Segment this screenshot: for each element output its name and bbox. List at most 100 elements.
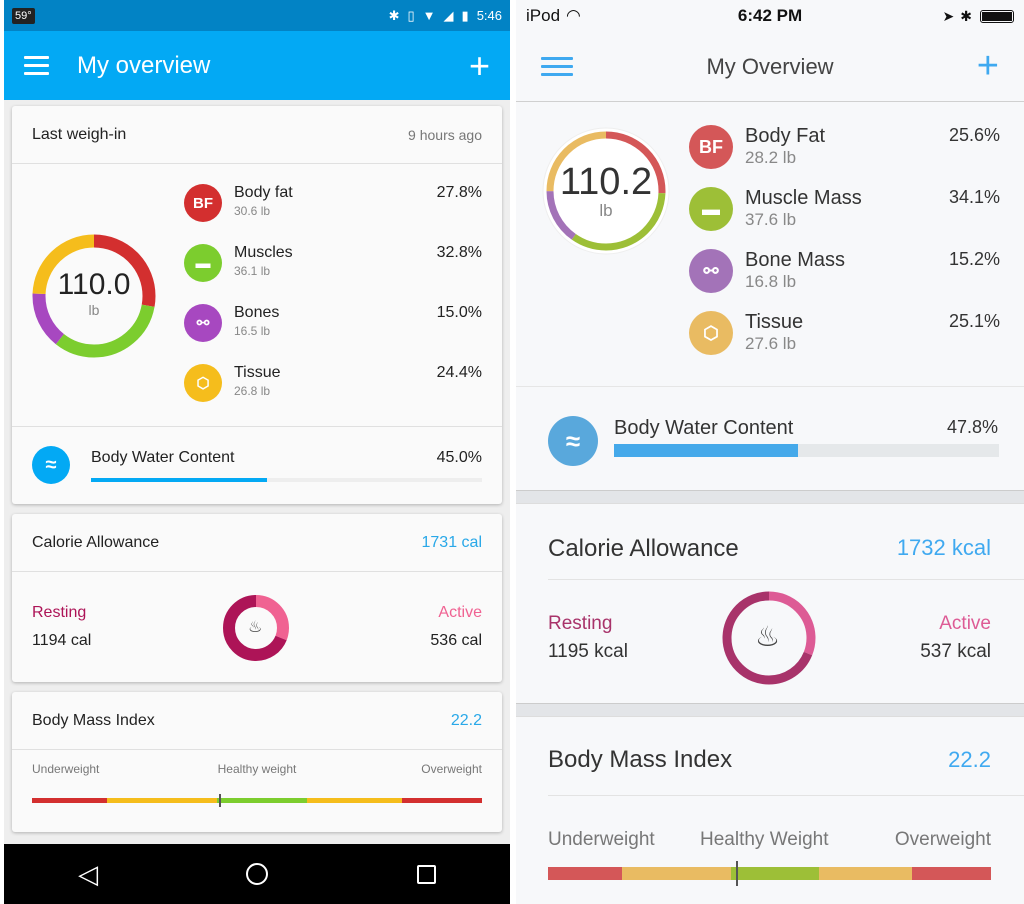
status-time: 5:46: [476, 8, 502, 23]
weighin-card[interactable]: Last weigh-in 9 hours ago 110.0 lb BF Bo…: [12, 106, 502, 504]
bmi-segment: [307, 798, 402, 803]
bmi-value: 22.2: [450, 711, 482, 729]
hexagons-icon: ⬡: [689, 311, 733, 355]
calorie-header: Calorie Allowance 1731 cal: [12, 514, 502, 572]
water-progress-fill: [614, 444, 799, 457]
item-name: Bones: [234, 304, 280, 321]
bmi-segment: [548, 867, 622, 880]
recents-icon[interactable]: [416, 864, 436, 884]
calorie-total: 1732 kcal: [896, 535, 991, 560]
composition-item[interactable]: ⬡ Tissue 26.8 lb 24.4%: [184, 364, 482, 402]
item-weight: 37.6 lb: [745, 210, 797, 229]
item-weight: 30.6 lb: [234, 204, 271, 218]
flame-icon: ♨: [248, 619, 263, 636]
water-pct: 45.0%: [436, 449, 482, 466]
item-percent: 15.0%: [436, 304, 482, 321]
item-percent: 27.8%: [436, 184, 482, 201]
bmi-scale: [548, 861, 991, 886]
resting-label: Resting: [32, 604, 87, 621]
ios-screen: iPod ◠ 6:42 PM ➤ ✱ My Overview + 110.2 l…: [516, 0, 1024, 904]
weather-temp: 59°: [12, 7, 35, 24]
app-bar: My overview +: [4, 31, 510, 100]
water-pct: 47.8%: [946, 417, 998, 437]
resting-label: Resting: [548, 613, 613, 634]
calorie-total: 1731 cal: [421, 533, 483, 551]
item-weight: 16.8 lb: [745, 272, 797, 291]
composition-item[interactable]: ⚯ Bones 16.5 lb 15.0%: [184, 304, 482, 342]
composition-item[interactable]: BF Body fat 30.6 lb 27.8%: [184, 184, 482, 222]
resting-value: 1195 kcal: [548, 641, 628, 662]
body-fat-icon: BF: [689, 125, 733, 169]
water-label: Body Water Content: [614, 417, 794, 439]
hexagons-icon: ⬡: [184, 364, 222, 402]
water-progress: [91, 478, 482, 482]
bmi-title: Body Mass Index: [548, 746, 733, 773]
item-weight: 16.5 lb: [234, 324, 271, 338]
item-name: Bone Mass: [745, 249, 846, 271]
bmi-header: Body Mass Index 22.2: [12, 692, 502, 750]
item-weight: 36.1 lb: [234, 264, 271, 278]
active-label: Active: [939, 613, 991, 634]
page-title: My overview: [77, 51, 211, 79]
bmi-segment: [217, 798, 308, 803]
item-percent: 32.8%: [436, 244, 482, 261]
add-button[interactable]: +: [469, 47, 490, 84]
bluetooth-icon: ✱: [388, 7, 400, 23]
bmi-segment: [401, 798, 482, 803]
item-percent: 25.1%: [948, 311, 1000, 331]
item-name: Body fat: [234, 184, 293, 201]
bmi-segment: [32, 798, 107, 803]
composition-item[interactable]: ⬡ Tissue 27.6 lb 25.1%: [689, 311, 1000, 355]
dumbbell-icon: ▬: [689, 187, 733, 231]
composition-item[interactable]: ▬ Muscle Mass 37.6 lb 34.1%: [689, 187, 1000, 231]
item-weight: 26.8 lb: [234, 384, 271, 398]
menu-icon[interactable]: [24, 56, 49, 75]
bmi-title: Body Mass Index: [32, 711, 155, 729]
item-percent: 25.6%: [948, 125, 1000, 145]
android-nav-bar: ◁: [4, 844, 510, 904]
calorie-card[interactable]: Calorie Allowance 1731 cal Resting 1194 …: [12, 514, 502, 682]
item-weight: 28.2 lb: [745, 148, 797, 167]
active-label: Active: [438, 604, 482, 621]
active-value: 537 kcal: [920, 641, 991, 662]
home-icon[interactable]: [246, 863, 269, 885]
water-label: Body Water Content: [91, 449, 235, 466]
signal-icon: ◢: [443, 7, 454, 23]
bmi-label-underweight: Underweight: [548, 829, 655, 850]
bmi-label-overweight: Overweight: [421, 762, 482, 776]
item-name: Tissue: [745, 311, 804, 333]
bmi-segment: [819, 867, 913, 880]
dumbbell-icon: ▬: [184, 244, 222, 282]
wifi-icon: ▼: [422, 8, 436, 23]
composition-item[interactable]: ⚯ Bone Mass 16.8 lb 15.2%: [689, 249, 1000, 293]
item-name: Body Fat: [745, 125, 826, 147]
flame-icon: ♨: [755, 621, 781, 652]
calorie-title: Calorie Allowance: [32, 533, 160, 551]
back-icon[interactable]: ◁: [78, 859, 98, 890]
item-name: Muscles: [234, 244, 293, 261]
item-weight: 27.6 lb: [745, 334, 797, 353]
active-value: 536 cal: [430, 632, 482, 649]
bmi-segment: [106, 798, 218, 803]
android-status-bar: 59° ✱ ▯ ▼ ◢ ▮ 5:46: [4, 0, 510, 31]
item-name: Muscle Mass: [745, 187, 862, 209]
bmi-label-overweight: Overweight: [894, 829, 991, 850]
water-progress-fill: [91, 478, 267, 482]
composition-item[interactable]: ▬ Muscles 36.1 lb 32.8%: [184, 244, 482, 282]
bmi-marker: [218, 794, 221, 807]
composition-item[interactable]: BF Body Fat 28.2 lb 25.6%: [689, 125, 1000, 169]
bmi-segment: [912, 867, 991, 880]
android-screen: 59° ✱ ▯ ▼ ◢ ▮ 5:46 My overview + Last we…: [4, 0, 510, 904]
item-percent: 34.1%: [948, 187, 1000, 207]
bmi-scale: [32, 794, 482, 807]
water-icon: ≈: [32, 446, 70, 484]
bmi-value: 22.2: [948, 747, 991, 772]
calorie-title: Calorie Allowance: [548, 535, 739, 562]
bone-icon: ⚯: [689, 249, 733, 293]
item-name: Tissue: [234, 364, 281, 381]
item-percent: 24.4%: [436, 364, 482, 381]
item-percent: 15.2%: [948, 249, 1000, 269]
bmi-card[interactable]: Body Mass Index 22.2 Underweight Healthy…: [12, 692, 502, 832]
bmi-segment: [730, 867, 820, 880]
body-fat-icon: BF: [184, 184, 222, 222]
